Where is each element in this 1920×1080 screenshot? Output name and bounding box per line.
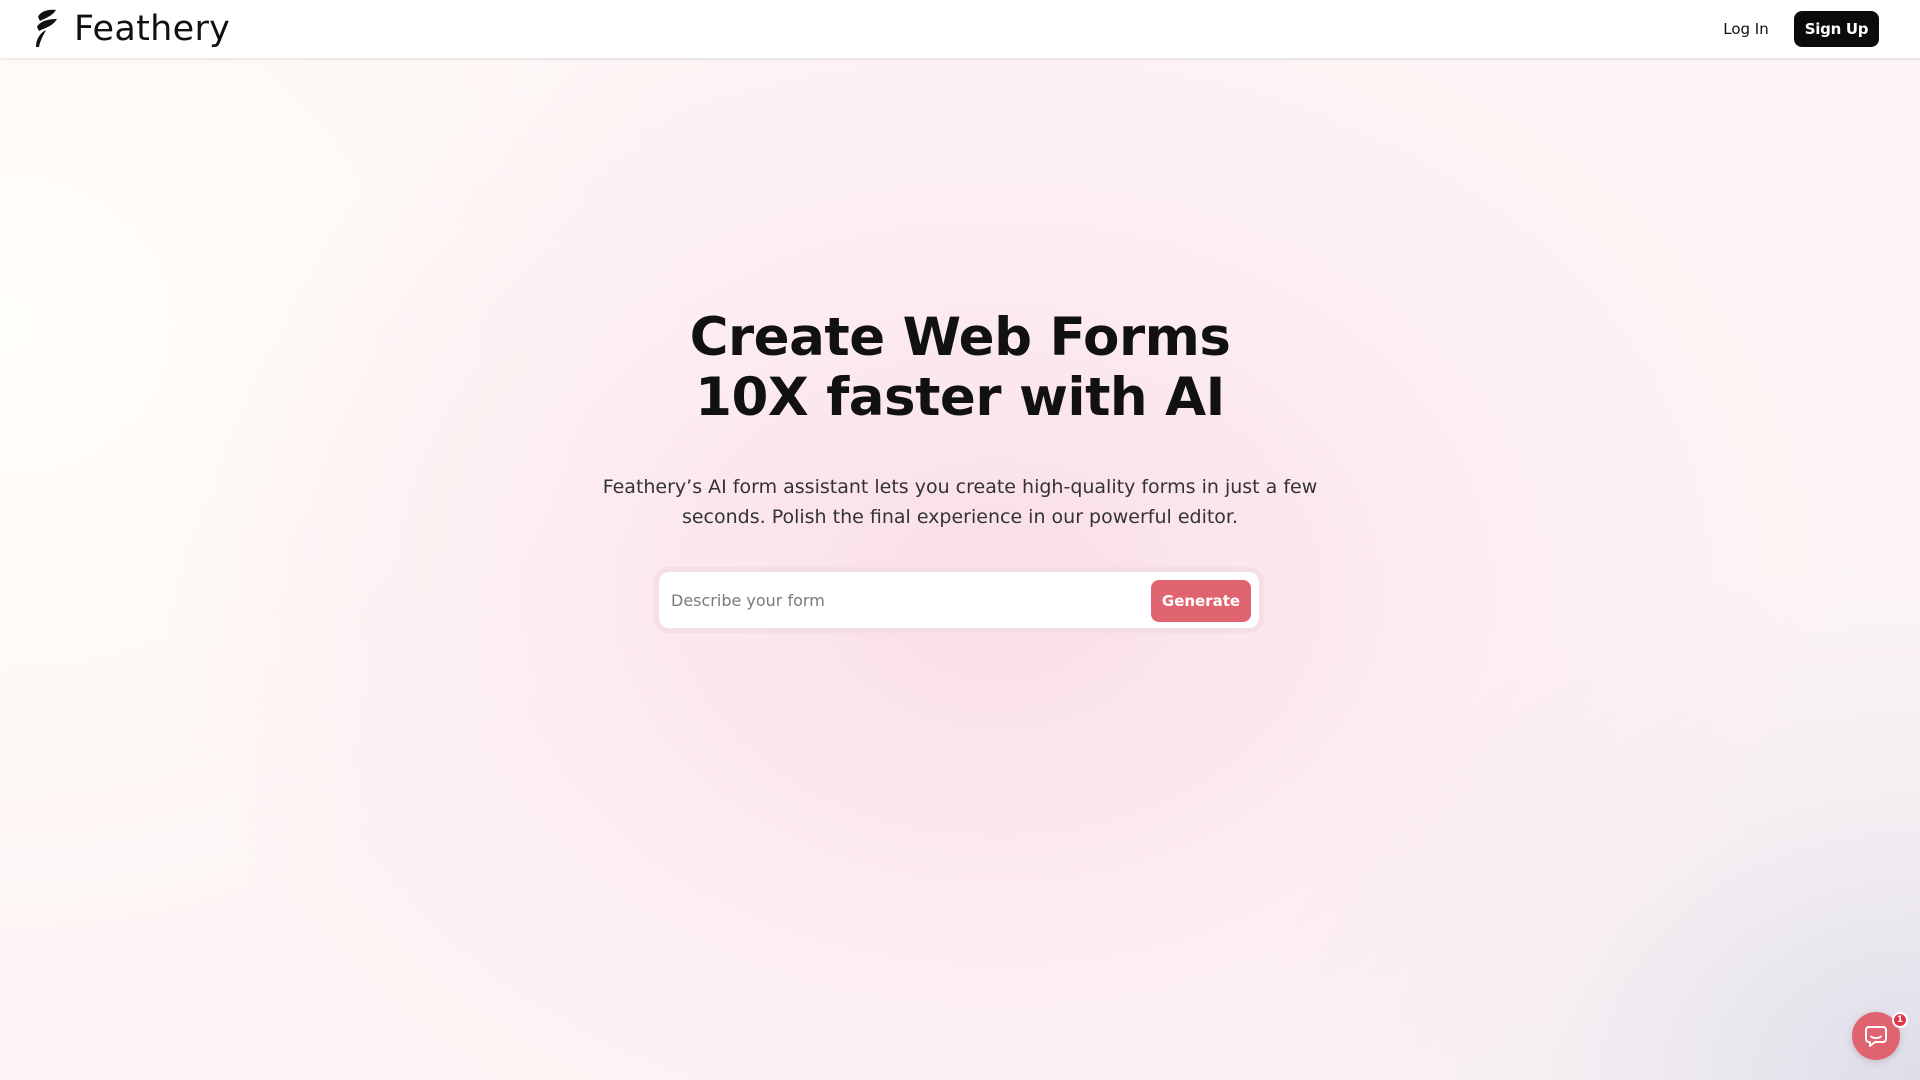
brand-logo[interactable]: Feathery (34, 8, 230, 50)
generate-button[interactable]: Generate (1151, 580, 1251, 622)
hero-title-line-1: Create Web Forms (689, 307, 1231, 368)
brand-name: Feathery (74, 8, 231, 49)
form-prompt-inner: Generate (659, 572, 1259, 628)
chat-bubble-icon (1865, 1026, 1887, 1047)
hero-title-line-2: 10X faster with AI (695, 367, 1225, 428)
hero-subtitle: Feathery’s AI form assistant lets you cr… (560, 472, 1360, 532)
top-navbar: Feathery Log In Sign Up (0, 0, 1920, 58)
form-description-input[interactable] (671, 580, 1131, 620)
hero-subtitle-line-2: seconds. Polish the final experience in … (681, 506, 1239, 528)
login-link[interactable]: Log In (1715, 17, 1777, 41)
feather-logo-icon (36, 9, 57, 47)
form-prompt-box: Generate (654, 567, 1264, 633)
notification-badge: 1 (1892, 1012, 1908, 1028)
hero-subtitle-line-1: Feathery’s AI form assistant lets you cr… (602, 476, 1318, 498)
hero-title: Create Web Forms 10X faster with AI (460, 308, 1460, 428)
signup-button[interactable]: Sign Up (1794, 11, 1879, 47)
